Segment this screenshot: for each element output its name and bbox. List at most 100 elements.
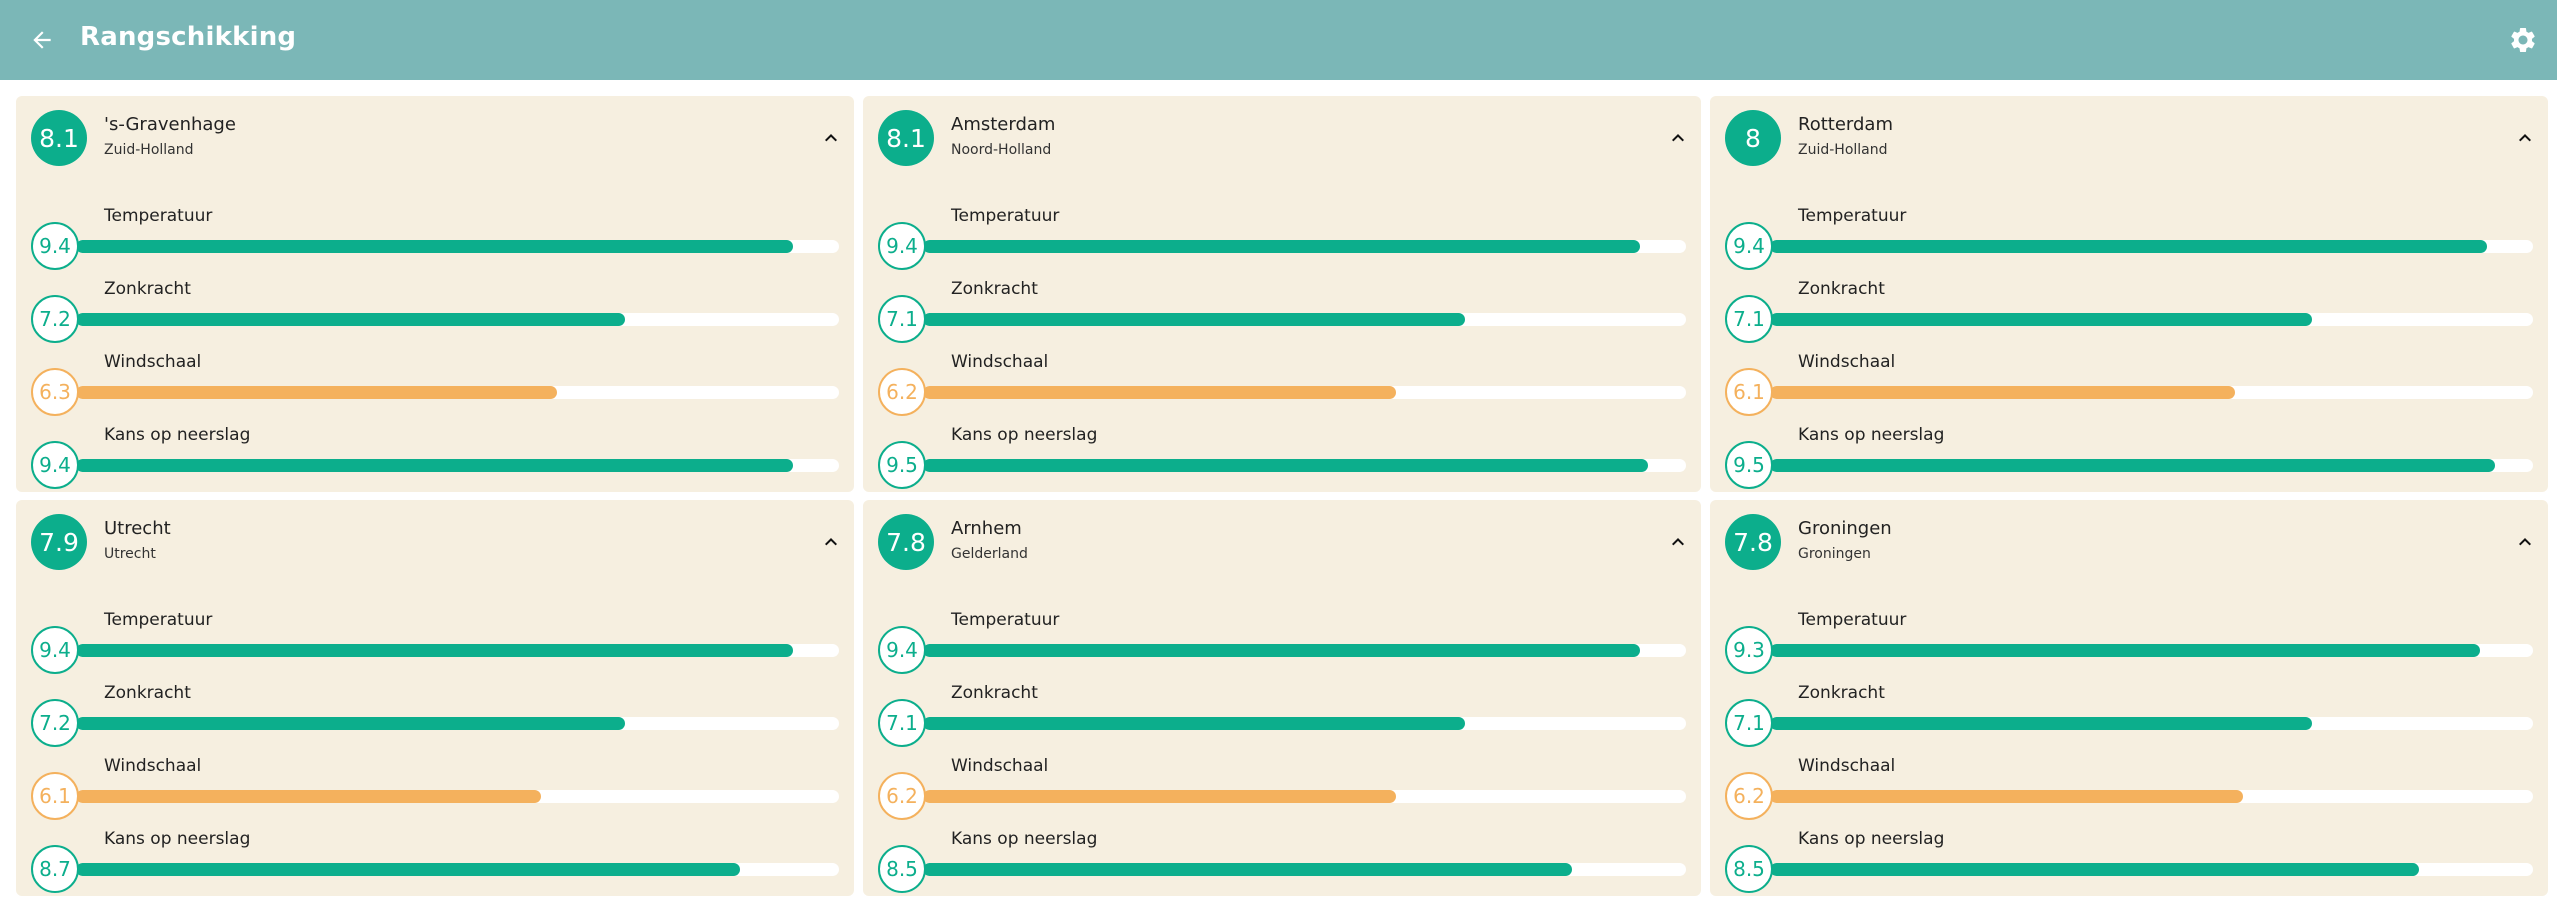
metric-score: 7.1	[1725, 699, 1773, 747]
metric-label: Temperatuur	[104, 610, 213, 630]
back-button[interactable]	[22, 20, 62, 60]
metric-label: Zonkracht	[104, 279, 191, 299]
metric-row: Temperatuur 9.3	[1725, 610, 2533, 674]
metric-bar-track	[923, 313, 1686, 326]
metric-score: 7.2	[31, 699, 79, 747]
metric-score: 9.4	[878, 222, 926, 270]
metric-bar-fill	[76, 790, 542, 803]
metric-bar-fill	[923, 863, 1572, 876]
metric-label: Windschaal	[951, 756, 1049, 776]
ranking-grid: 8.1 's-Gravenhage Zuid-Holland Temperatuur 9…	[16, 96, 2548, 896]
chevron-up-icon	[1672, 538, 1684, 546]
metric-bar-track	[923, 863, 1686, 876]
metric-bar-track	[76, 644, 839, 657]
collapse-button[interactable]	[2508, 121, 2542, 155]
metric-bar-track	[923, 644, 1686, 657]
metric-score: 9.4	[31, 222, 79, 270]
province-name: Groningen	[1798, 546, 1871, 562]
metric-label: Temperatuur	[1798, 206, 1907, 226]
metric-score: 9.5	[878, 441, 926, 489]
province-name: Gelderland	[951, 546, 1028, 562]
metric-bar-fill	[76, 717, 626, 730]
metric-score: 6.2	[1725, 772, 1773, 820]
metric-bar-fill	[923, 644, 1641, 657]
metric-row: Temperatuur 9.4	[31, 610, 839, 674]
metric-score: 6.1	[31, 772, 79, 820]
metric-row: Windschaal 6.2	[878, 756, 1686, 820]
metric-score: 9.5	[1725, 441, 1773, 489]
metric-score: 9.4	[31, 626, 79, 674]
metric-label: Zonkracht	[1798, 683, 1885, 703]
metric-bar-track	[1770, 863, 2533, 876]
metric-bar-track	[923, 386, 1686, 399]
metric-bar-fill	[923, 386, 1397, 399]
metric-label: Windschaal	[1798, 352, 1896, 372]
metric-bar-fill	[923, 459, 1648, 472]
metric-bar-track	[1770, 644, 2533, 657]
metric-bar-fill	[76, 386, 557, 399]
metric-label: Zonkracht	[951, 683, 1038, 703]
gear-icon	[2511, 27, 2535, 52]
overall-score: 7.8	[878, 514, 934, 570]
collapse-button[interactable]	[814, 121, 848, 155]
metric-bar-track	[76, 313, 839, 326]
metric-row: Zonkracht 7.2	[31, 279, 839, 343]
metric-score: 8.5	[878, 845, 926, 893]
chevron-up-icon	[1672, 134, 1684, 142]
metric-score: 6.1	[1725, 368, 1773, 416]
metric-row: Kans op neerslag 9.5	[878, 425, 1686, 489]
metric-row: Windschaal 6.1	[1725, 352, 2533, 416]
metric-bar-track	[76, 717, 839, 730]
city-name: Amsterdam	[951, 114, 1056, 135]
city-name: 's-Gravenhage	[104, 114, 236, 135]
metric-bar-track	[1770, 717, 2533, 730]
city-card: 8.1 Amsterdam Noord-Holland Temperatuur 9.4 Z…	[863, 96, 1701, 492]
metric-bar-fill	[76, 313, 626, 326]
metric-label: Temperatuur	[951, 206, 1060, 226]
settings-button[interactable]	[2503, 20, 2543, 60]
province-name: Utrecht	[104, 546, 156, 562]
metric-bar-track	[923, 790, 1686, 803]
metric-bar-fill	[923, 313, 1465, 326]
metric-row: Temperatuur 9.4	[1725, 206, 2533, 270]
city-card: 8 Rotterdam Zuid-Holland Temperatuur 9.4 Zonk…	[1710, 96, 2548, 492]
metric-bar-fill	[76, 644, 794, 657]
metric-score: 7.2	[31, 295, 79, 343]
metric-bar-fill	[76, 863, 740, 876]
metric-bar-fill	[1770, 717, 2312, 730]
metric-bar-fill	[1770, 644, 2480, 657]
collapse-button[interactable]	[1661, 121, 1695, 155]
metric-bar-track	[1770, 459, 2533, 472]
metric-bar-track	[76, 790, 839, 803]
metric-row: Zonkracht 7.2	[31, 683, 839, 747]
overall-score: 7.9	[31, 514, 87, 570]
city-card: 7.9 Utrecht Utrecht Temperatuur 9.4 Zonkracht…	[16, 500, 854, 896]
metric-bar-track	[1770, 240, 2533, 253]
metric-bar-fill	[923, 240, 1641, 253]
app-bar: Rangschikking	[0, 0, 2557, 80]
metric-row: Windschaal 6.2	[1725, 756, 2533, 820]
metric-bar-track	[76, 386, 839, 399]
collapse-button[interactable]	[2508, 525, 2542, 559]
metric-bar-fill	[1770, 386, 2236, 399]
collapse-button[interactable]	[814, 525, 848, 559]
metric-row: Kans op neerslag 8.5	[1725, 829, 2533, 893]
metric-row: Kans op neerslag 9.5	[1725, 425, 2533, 489]
metric-bar-fill	[1770, 313, 2312, 326]
metric-score: 6.2	[878, 772, 926, 820]
metric-bar-fill	[1770, 863, 2419, 876]
metric-bar-track	[1770, 790, 2533, 803]
metric-row: Zonkracht 7.1	[878, 683, 1686, 747]
province-name: Zuid-Holland	[104, 142, 194, 158]
metric-score: 6.3	[31, 368, 79, 416]
province-name: Noord-Holland	[951, 142, 1052, 158]
metric-row: Kans op neerslag 8.7	[31, 829, 839, 893]
metric-score: 7.1	[1725, 295, 1773, 343]
metric-score: 7.1	[878, 295, 926, 343]
metric-label: Windschaal	[1798, 756, 1896, 776]
metric-label: Temperatuur	[104, 206, 213, 226]
metric-bar-track	[923, 717, 1686, 730]
metric-row: Zonkracht 7.1	[1725, 279, 2533, 343]
collapse-button[interactable]	[1661, 525, 1695, 559]
metric-score: 8.7	[31, 845, 79, 893]
